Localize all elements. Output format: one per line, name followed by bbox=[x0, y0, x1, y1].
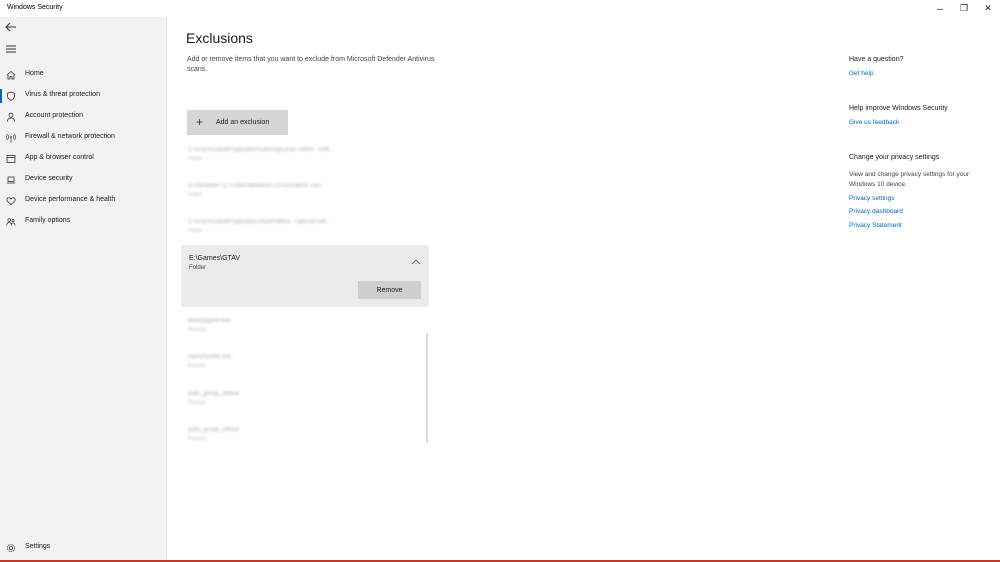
add-exclusion-button[interactable]: + Add an exclusion bbox=[187, 110, 288, 135]
improve-heading: Help improve Windows Security bbox=[849, 105, 948, 112]
main-content: Exclusions Add or remove items that you … bbox=[168, 17, 1000, 562]
exclusion-list-item[interactable]: D:\Windows 11 Folder\Windows 10 Activati… bbox=[188, 183, 321, 198]
sidebar-item-home[interactable]: Home bbox=[0, 65, 167, 85]
exclusion-type: Process bbox=[188, 436, 207, 442]
person-icon bbox=[7, 112, 15, 122]
sidebar-item-device-security[interactable]: Device security bbox=[0, 170, 167, 190]
question-heading: Have a question? bbox=[849, 56, 904, 63]
exclusion-type: Folder bbox=[189, 265, 207, 271]
exclusion-list-item[interactable]: polls_group_official Process bbox=[188, 427, 239, 442]
sidebar-item-label: Family options bbox=[25, 217, 71, 224]
exclusion-path: libraryagent.exe bbox=[188, 318, 231, 324]
privacy-heading: Change your privacy settings bbox=[849, 154, 940, 161]
sidebar-item-label: Firewall & network protection bbox=[25, 133, 115, 140]
exclusion-list-item[interactable]: libraryagent.exe Process bbox=[188, 318, 231, 333]
home-icon bbox=[6, 70, 16, 80]
page-title: Exclusions bbox=[186, 30, 253, 46]
exclusion-path: polls_group_official bbox=[188, 391, 240, 397]
sidebar-item-label: Virus & threat protection bbox=[25, 91, 100, 98]
exclusion-list-item-expanded[interactable]: E:\Games\GTAV Folder Remove bbox=[181, 245, 429, 307]
sidebar-item-label: Account protection bbox=[25, 112, 83, 119]
exclusion-list-item[interactable]: polls_group_official Process bbox=[188, 391, 239, 406]
exclusion-list-item[interactable]: launchsetter.exe Process bbox=[188, 354, 232, 369]
sidebar-item-label: Device security bbox=[25, 175, 73, 182]
exclusion-path: D:\Windows 11 Folder\Windows 10 Activati… bbox=[188, 183, 321, 189]
back-arrow-icon bbox=[5, 22, 16, 32]
exclusion-type: Process bbox=[188, 400, 207, 406]
exclusion-path: E:\Games\GTAV bbox=[189, 255, 241, 262]
app-title: Windows Security bbox=[7, 4, 63, 11]
privacy-description: View and change privacy settings for you… bbox=[849, 171, 970, 188]
sidebar-item-account-protection[interactable]: Account protection bbox=[0, 107, 167, 127]
minimize-button[interactable]: ─ bbox=[928, 0, 952, 17]
family-icon bbox=[6, 218, 16, 226]
sidebar-item-label: Home bbox=[25, 70, 44, 77]
title-bar: Windows Security ─ ❐ ✕ bbox=[0, 0, 1000, 17]
privacy-settings-link[interactable]: Privacy settings bbox=[849, 195, 895, 202]
hamburger-icon bbox=[6, 45, 16, 53]
privacy-statement-link[interactable]: Privacy Statement bbox=[849, 222, 902, 229]
exclusion-type: Folder bbox=[188, 228, 203, 234]
sidebar-item-virus-threat-protection[interactable]: Virus & threat protection bbox=[0, 86, 167, 106]
privacy-dashboard-link[interactable]: Privacy dashboard bbox=[849, 208, 903, 215]
exclusion-path: C:\Users\David\AppData\Roaming\Lunar Cli… bbox=[188, 147, 335, 153]
gear-icon bbox=[7, 544, 15, 552]
antenna-icon bbox=[6, 133, 16, 143]
exclusion-type: Process bbox=[188, 327, 207, 333]
sidebar-item-label: App & browser control bbox=[25, 154, 94, 161]
sidebar-item-app-browser-control[interactable]: App & browser control bbox=[0, 149, 167, 169]
close-button[interactable]: ✕ bbox=[976, 0, 1000, 17]
plus-icon: + bbox=[196, 115, 204, 129]
page-description: Add or remove items that you want to exc… bbox=[187, 56, 435, 73]
sidebar-item-family-options[interactable]: Family options bbox=[0, 212, 167, 232]
shield-icon bbox=[7, 91, 15, 101]
settings-label: Settings bbox=[25, 543, 51, 550]
back-button[interactable] bbox=[4, 20, 18, 34]
sidebar: Home Virus & threat protection Account p… bbox=[0, 17, 167, 562]
exclusion-path: C:\Users\David\AppData\Local\Roblox - Sp… bbox=[188, 219, 331, 225]
sidebar-item-label: Device performance & health bbox=[25, 196, 116, 203]
sidebar-item-device-performance-health[interactable]: Device performance & health bbox=[0, 191, 167, 211]
exclusion-type: Folder bbox=[188, 156, 203, 162]
sidebar-item-settings[interactable]: Settings bbox=[0, 538, 167, 558]
remove-button[interactable]: Remove bbox=[358, 281, 421, 299]
list-scrollbar[interactable] bbox=[426, 333, 428, 443]
laptop-icon bbox=[6, 176, 16, 184]
heart-icon bbox=[6, 197, 16, 206]
exclusion-type: Folder bbox=[188, 192, 203, 198]
exclusion-path: launchsetter.exe bbox=[188, 354, 232, 360]
exclusion-list-item[interactable]: C:\Users\David\AppData\Local\Roblox - Sp… bbox=[188, 219, 331, 234]
sidebar-item-firewall-network-protection[interactable]: Firewall & network protection bbox=[0, 128, 167, 148]
restore-button[interactable]: ❐ bbox=[952, 0, 976, 17]
exclusion-type: Process bbox=[188, 363, 207, 369]
add-exclusion-label: Add an exclusion bbox=[216, 119, 270, 126]
menu-button[interactable] bbox=[4, 42, 18, 56]
browser-window-icon bbox=[6, 155, 16, 163]
exclusion-list-item[interactable]: C:\Users\David\AppData\Roaming\Lunar Cli… bbox=[188, 147, 334, 162]
chevron-up-icon[interactable] bbox=[411, 259, 421, 265]
feedback-link[interactable]: Give us feedback bbox=[849, 119, 899, 126]
get-help-link[interactable]: Get help bbox=[849, 70, 874, 77]
exclusion-path: polls_group_official bbox=[188, 427, 240, 433]
